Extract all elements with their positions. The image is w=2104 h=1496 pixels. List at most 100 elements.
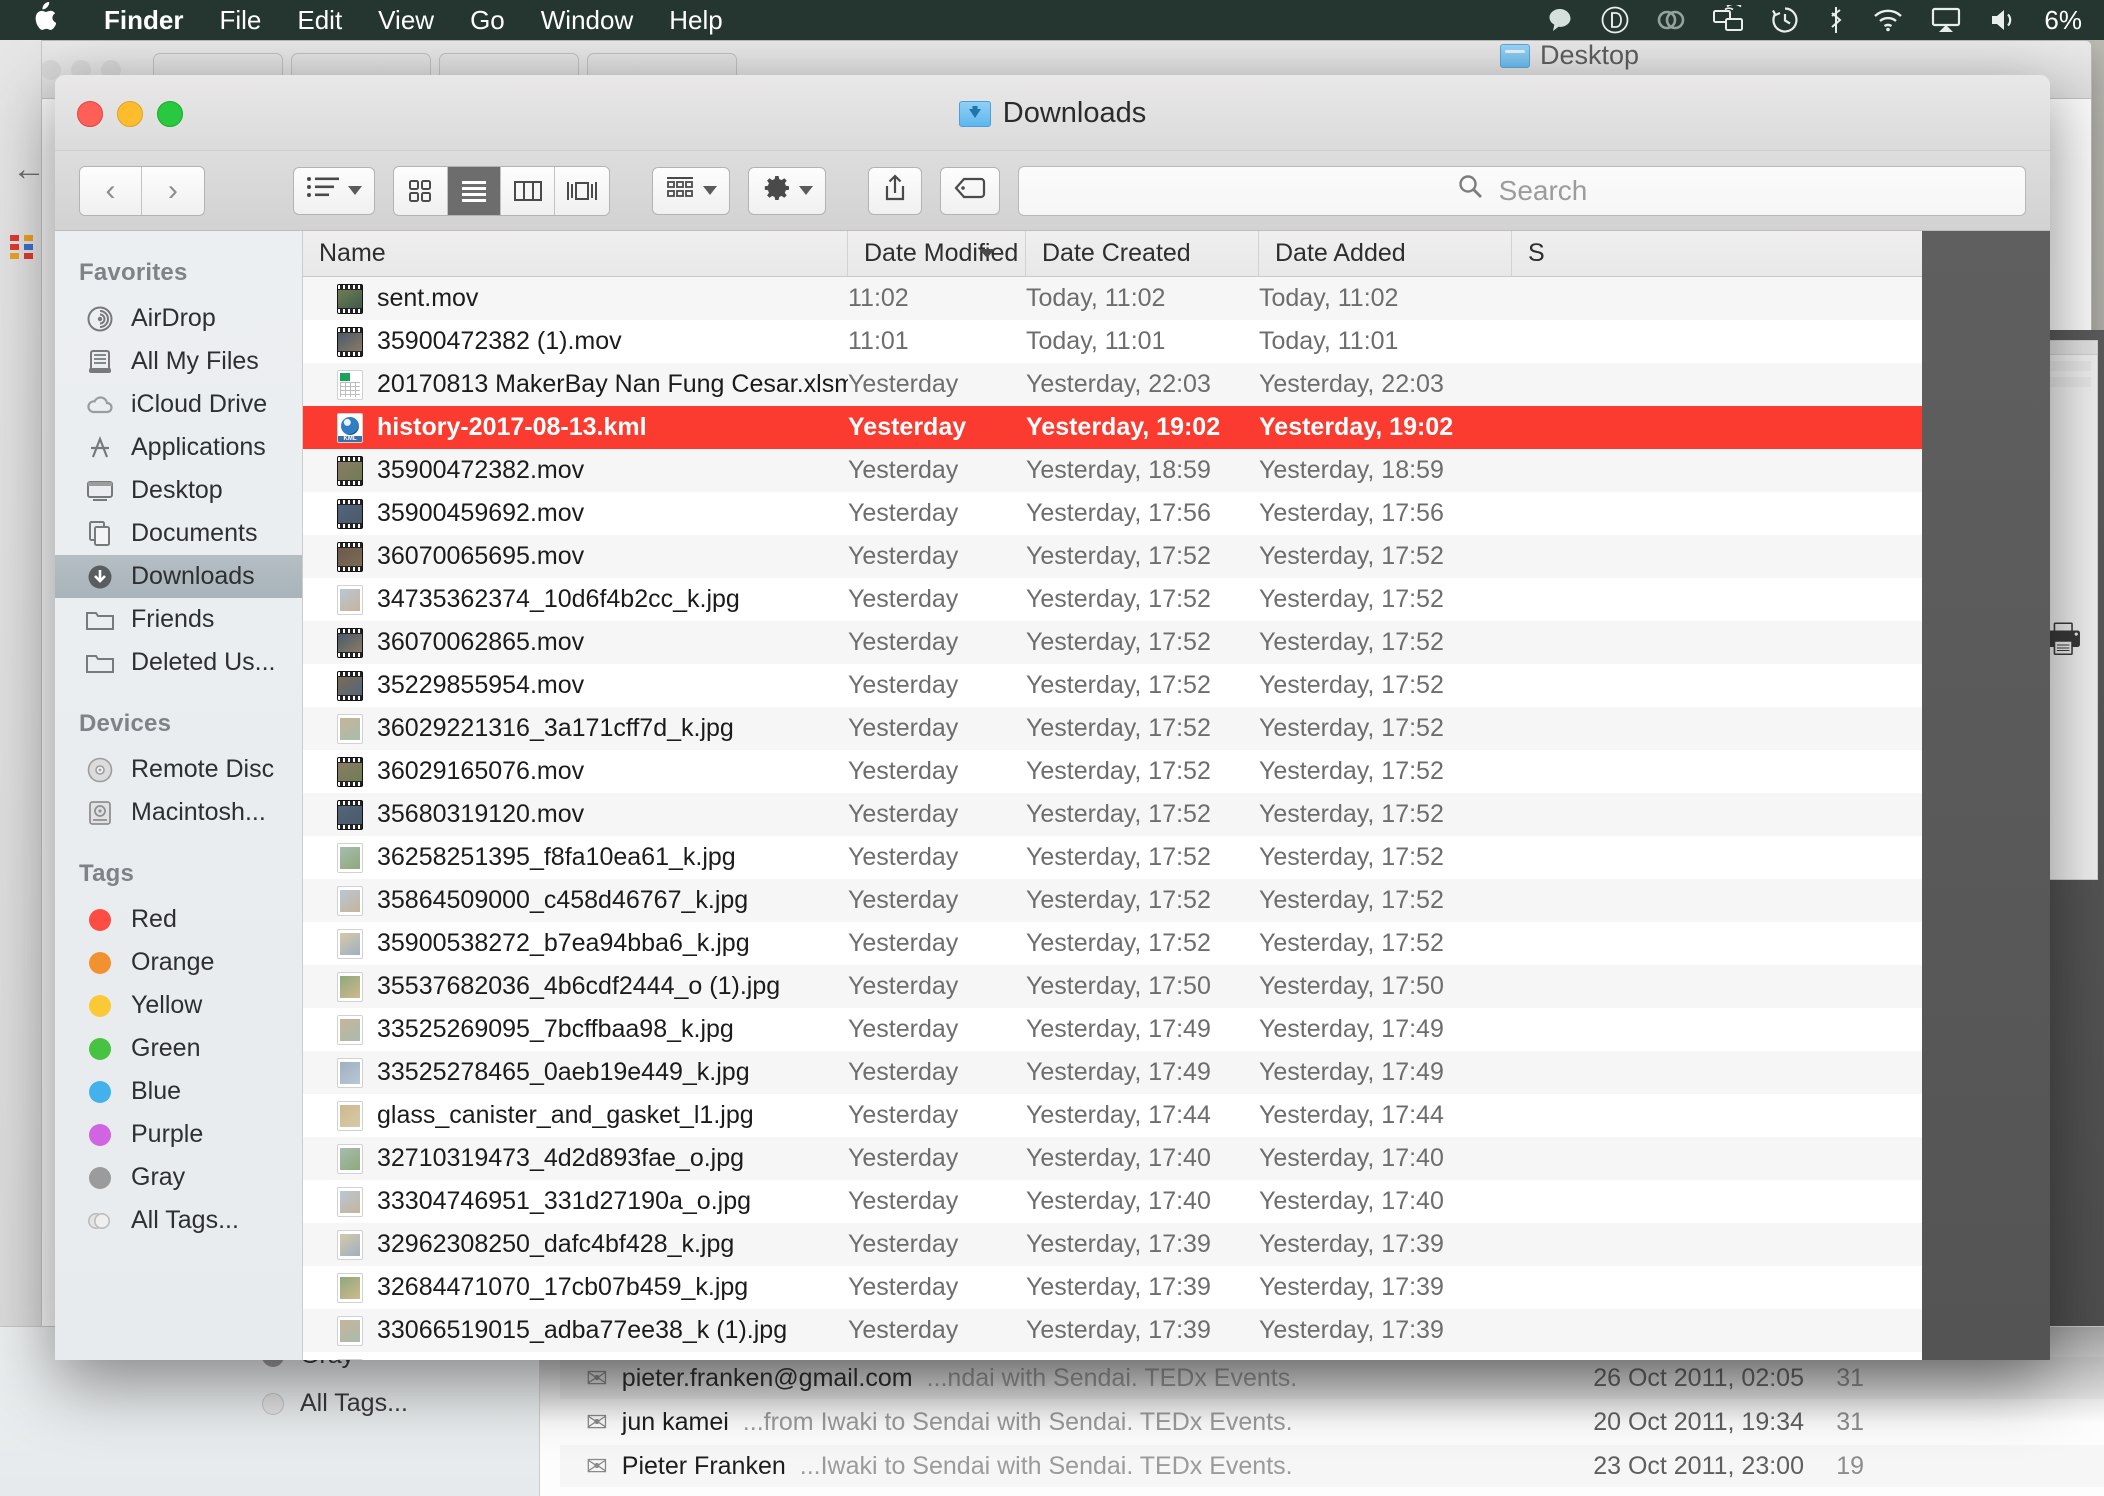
share-button[interactable]: [868, 167, 922, 215]
wifi-icon[interactable]: [1872, 6, 1904, 34]
sidebar-item-tag-green[interactable]: Green: [55, 1027, 302, 1070]
file-date-modified: Yesterday: [848, 1187, 1026, 1216]
group-by-button[interactable]: [652, 167, 730, 215]
table-row[interactable]: 35680319120.movYesterdayYesterday, 17:52…: [303, 793, 2050, 836]
sidebar-item-friends[interactable]: Friends: [55, 598, 302, 641]
bluetooth-icon[interactable]: [1826, 5, 1846, 35]
airplay-icon[interactable]: [1930, 6, 1962, 34]
sidebar-item-desktop[interactable]: Desktop: [55, 469, 302, 512]
finder-sidebar[interactable]: Favorites AirDrop All My Files iCloud Dr…: [55, 231, 303, 1360]
table-row[interactable]: sent.mov11:02Today, 11:02Today, 11:0241.…: [303, 277, 2050, 320]
column-headers[interactable]: Name Date Modified Date Created Date Add…: [303, 231, 2050, 277]
sidebar-item-tag-purple[interactable]: Purple: [55, 1113, 302, 1156]
sidebar-item-remote-disc[interactable]: Remote Disc: [55, 748, 302, 791]
table-row[interactable]: 36258251395_f8fa10ea61_k.jpgYesterdayYes…: [303, 836, 2050, 879]
volume-icon[interactable]: [1988, 6, 2018, 34]
table-row[interactable]: 33066519015_adba77ee38_k (1).jpgYesterda…: [303, 1309, 2050, 1352]
menu-item-finder[interactable]: Finder: [86, 5, 201, 36]
apple-logo-icon[interactable]: [30, 2, 56, 38]
sidebar-item-tag-orange[interactable]: Orange: [55, 941, 302, 984]
table-row[interactable]: 35229855954.movYesterdayYesterday, 17:52…: [303, 664, 2050, 707]
table-row[interactable]: 36070065695.movYesterdayYesterday, 17:52…: [303, 535, 2050, 578]
table-row[interactable]: 35900472382.movYesterdayYesterday, 18:59…: [303, 449, 2050, 492]
sidebar-item-all-my-files[interactable]: All My Files: [55, 340, 302, 383]
sidebar-item-tag-yellow[interactable]: Yellow: [55, 984, 302, 1027]
list-view-button[interactable]: [448, 167, 502, 215]
table-row[interactable]: 35537682036_4b6cdf2444_o (1).jpgYesterda…: [303, 965, 2050, 1008]
table-row[interactable]: 33525269095_7bcffbaa98_k.jpgYesterdayYes…: [303, 1008, 2050, 1051]
action-button[interactable]: [748, 167, 826, 215]
table-row[interactable]: history-2017-08-13.kmlYesterdayYesterday…: [303, 406, 2050, 449]
file-rows[interactable]: sent.mov11:02Today, 11:02Today, 11:0241.…: [303, 277, 2050, 1360]
table-row[interactable]: 32710319473_4d2d893fae_o.jpgYesterdayYes…: [303, 1137, 2050, 1180]
menu-item-window[interactable]: Window: [523, 5, 651, 36]
sidebar-item-tag-blue[interactable]: Blue: [55, 1070, 302, 1113]
file-date-added: Yesterday, 17:52: [1259, 843, 1512, 872]
sidebar-item-tag-red[interactable]: Red: [55, 898, 302, 941]
back-arrow-icon[interactable]: ←: [12, 150, 46, 189]
mail-list-item[interactable]: ✉ Pieter Franken ...Iwaki to Sendai with…: [560, 1445, 2104, 1487]
speech-balloon-icon[interactable]: [1546, 6, 1574, 34]
file-date-modified: Yesterday: [848, 929, 1026, 958]
mail-list-item[interactable]: ✉ pieter.franken@gmail.com ...ndai with …: [560, 1357, 2104, 1399]
table-row[interactable]: 34735362374_10d6f4b2cc_k.jpgYesterdayYes…: [303, 578, 2050, 621]
menu-bar-status-area: 6%: [1546, 5, 2104, 36]
sidebar-item-icloud-drive[interactable]: iCloud Drive: [55, 383, 302, 426]
arrange-button[interactable]: [293, 167, 375, 215]
icon-view-button[interactable]: [394, 167, 448, 215]
menu-item-file[interactable]: File: [201, 5, 279, 36]
menu-item-go[interactable]: Go: [452, 5, 523, 36]
table-row[interactable]: 36070062865.movYesterdayYesterday, 17:52…: [303, 621, 2050, 664]
table-row[interactable]: 36029165076.movYesterdayYesterday, 17:52…: [303, 750, 2050, 793]
menu-item-view[interactable]: View: [360, 5, 452, 36]
column-header-date-modified[interactable]: Date Modified: [848, 231, 1026, 276]
file-list[interactable]: Name Date Modified Date Created Date Add…: [303, 231, 2050, 1360]
sidebar-item-macintosh-hd[interactable]: Macintosh...: [55, 791, 302, 834]
column-header-name[interactable]: Name: [303, 231, 848, 276]
mail-tag-all[interactable]: All Tags...: [262, 1389, 408, 1418]
finder-toolbar[interactable]: ‹ ›: [55, 151, 2050, 231]
table-row[interactable]: 32684471070_17cb07b459_k.jpgYesterdayYes…: [303, 1266, 2050, 1309]
table-row[interactable]: 36029221316_3a171cff7d_k.jpgYesterdayYes…: [303, 707, 2050, 750]
table-row[interactable]: 32962308250_dafc4bf428_k.jpgYesterdayYes…: [303, 1223, 2050, 1266]
table-row[interactable]: 33304746951_331d27190a_o.jpgYesterdayYes…: [303, 1180, 2050, 1223]
table-row[interactable]: 35900538272_b7ea94bba6_k.jpgYesterdayYes…: [303, 922, 2050, 965]
table-row[interactable]: 33525278465_0aeb19e449_k.jpgYesterdayYes…: [303, 1051, 2050, 1094]
forward-button[interactable]: ›: [142, 167, 204, 215]
coverflow-view-button[interactable]: [555, 167, 609, 215]
finder-titlebar[interactable]: Downloads: [55, 75, 2050, 151]
sidebar-item-tag-gray[interactable]: Gray: [55, 1156, 302, 1199]
sidebar-item-downloads[interactable]: Downloads: [55, 555, 302, 598]
sidebar-item-deleted-users[interactable]: Deleted Us...: [55, 641, 302, 684]
sidebar-item-applications[interactable]: Applications: [55, 426, 302, 469]
back-button[interactable]: ‹: [80, 167, 142, 215]
file-date-created: Yesterday, 17:39: [1026, 1273, 1259, 1302]
sidebar-item-all-tags[interactable]: All Tags...: [55, 1199, 302, 1242]
table-row[interactable]: glass_canister_and_gasket_l1.jpgYesterda…: [303, 1094, 2050, 1137]
column-view-button[interactable]: [501, 167, 555, 215]
menu-item-help[interactable]: Help: [651, 5, 740, 36]
navigation-buttons[interactable]: ‹ ›: [79, 166, 205, 216]
tag-button[interactable]: [940, 167, 1000, 215]
color-grid-icon[interactable]: [10, 235, 34, 259]
search-input[interactable]: Search: [1018, 166, 2026, 216]
finder-window[interactable]: Downloads ‹ ›: [55, 75, 2050, 1360]
mail-list-item[interactable]: ✉ jun kamei ...from Iwaki to Sendai with…: [560, 1401, 2104, 1443]
view-mode-group[interactable]: [393, 166, 611, 216]
menu-item-edit[interactable]: Edit: [279, 5, 360, 36]
sidebar-item-documents[interactable]: Documents: [55, 512, 302, 555]
table-row[interactable]: 36249145000_a962c84049_o.pngYesterdayYes…: [303, 1352, 2050, 1360]
battery-percentage[interactable]: 6%: [2044, 5, 2082, 36]
table-row[interactable]: 35900459692.movYesterdayYesterday, 17:56…: [303, 492, 2050, 535]
table-row[interactable]: 35864509000_c458d46767_k.jpgYesterdayYes…: [303, 879, 2050, 922]
column-header-date-added[interactable]: Date Added: [1259, 231, 1512, 276]
creative-cloud-icon[interactable]: [1656, 6, 1686, 34]
screen-sharing-icon[interactable]: [1712, 5, 1744, 35]
table-row[interactable]: 20170813 MakerBay Nan Fung Cesar.xlsm.xl…: [303, 363, 2050, 406]
time-machine-icon[interactable]: [1770, 5, 1800, 35]
column-header-date-created[interactable]: Date Created: [1026, 231, 1259, 276]
dash-circle-d-icon[interactable]: [1600, 5, 1630, 35]
file-date-created: Yesterday, 19:02: [1026, 413, 1259, 442]
table-row[interactable]: 35900472382 (1).mov11:01Today, 11:01Toda…: [303, 320, 2050, 363]
sidebar-item-airdrop[interactable]: AirDrop: [55, 297, 302, 340]
